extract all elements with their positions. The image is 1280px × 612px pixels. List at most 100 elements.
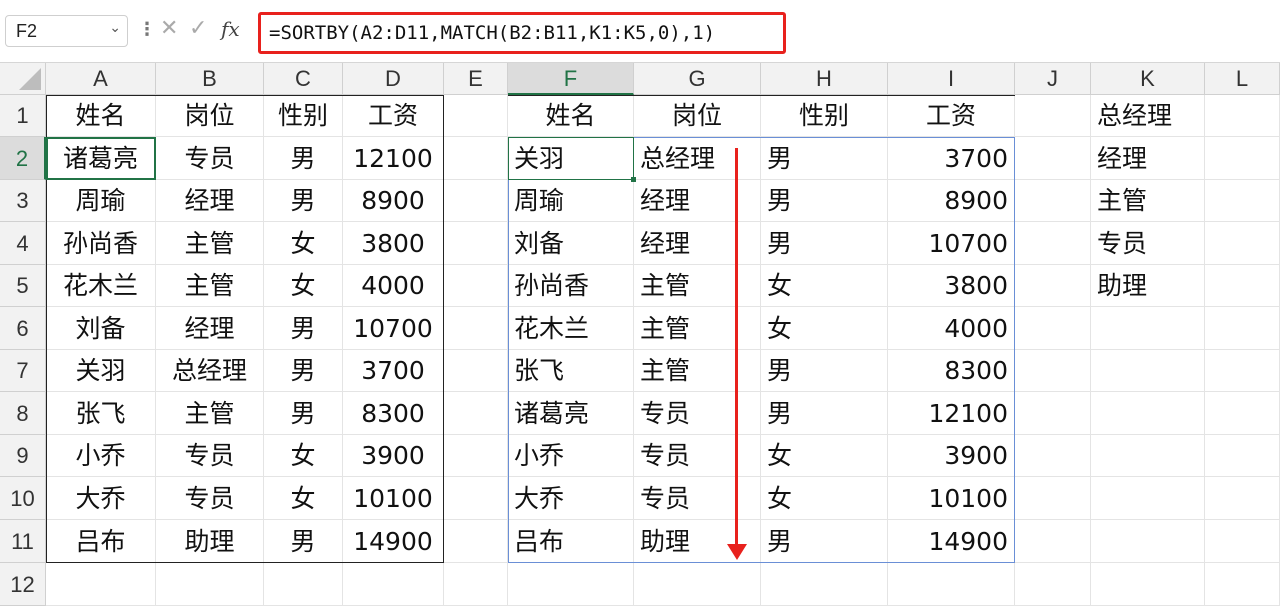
cell-j1[interactable] xyxy=(1015,95,1091,137)
cell-g1[interactable]: 岗位 xyxy=(634,95,761,137)
row-header-12[interactable]: 12 xyxy=(0,563,46,606)
cell-f7[interactable]: 张飞 xyxy=(508,350,634,392)
cell-c7[interactable]: 男 xyxy=(264,350,343,392)
cell-f8[interactable]: 诸葛亮 xyxy=(508,392,634,435)
cell-h7[interactable]: 男 xyxy=(761,350,888,392)
formula-input[interactable]: =SORTBY(A2:D11,MATCH(B2:B11,K1:K5,0),1) xyxy=(258,12,786,54)
insert-function-icon[interactable]: fx xyxy=(221,17,240,41)
cell-l4[interactable] xyxy=(1205,222,1280,265)
cell-f10[interactable]: 大乔 xyxy=(508,477,634,520)
cell-b12[interactable] xyxy=(156,563,264,606)
column-header-c[interactable]: C xyxy=(264,63,343,95)
select-all-corner[interactable] xyxy=(0,63,46,95)
cell-i4[interactable]: 10700 xyxy=(888,222,1015,265)
cell-i5[interactable]: 3800 xyxy=(888,265,1015,307)
cell-e1[interactable] xyxy=(444,95,508,137)
cell-c4[interactable]: 女 xyxy=(264,222,343,265)
cell-d6[interactable]: 10700 xyxy=(343,307,444,350)
cell-e10[interactable] xyxy=(444,477,508,520)
cell-a5[interactable]: 花木兰 xyxy=(46,265,156,307)
cell-e2[interactable] xyxy=(444,137,508,180)
cell-b8[interactable]: 主管 xyxy=(156,392,264,435)
cell-l2[interactable] xyxy=(1205,137,1280,180)
cell-e4[interactable] xyxy=(444,222,508,265)
cell-b9[interactable]: 专员 xyxy=(156,435,264,477)
cell-a4[interactable]: 孙尚香 xyxy=(46,222,156,265)
cell-b11[interactable]: 助理 xyxy=(156,520,264,563)
column-header-b[interactable]: B xyxy=(156,63,264,95)
cell-h4[interactable]: 男 xyxy=(761,222,888,265)
cell-a2[interactable]: 诸葛亮 xyxy=(46,137,156,180)
cell-e11[interactable] xyxy=(444,520,508,563)
column-header-j[interactable]: J xyxy=(1015,63,1091,95)
cell-g3[interactable]: 经理 xyxy=(634,180,761,222)
cell-k8[interactable] xyxy=(1091,392,1205,435)
cell-k7[interactable] xyxy=(1091,350,1205,392)
cell-j11[interactable] xyxy=(1015,520,1091,563)
row-header-6[interactable]: 6 xyxy=(0,307,46,350)
cell-j3[interactable] xyxy=(1015,180,1091,222)
cell-i2[interactable]: 3700 xyxy=(888,137,1015,180)
cell-a11[interactable]: 吕布 xyxy=(46,520,156,563)
cell-f3[interactable]: 周瑜 xyxy=(508,180,634,222)
row-header-5[interactable]: 5 xyxy=(0,265,46,307)
cell-j8[interactable] xyxy=(1015,392,1091,435)
cell-c12[interactable] xyxy=(264,563,343,606)
column-header-e[interactable]: E xyxy=(444,63,508,95)
cell-h11[interactable]: 男 xyxy=(761,520,888,563)
cell-i3[interactable]: 8900 xyxy=(888,180,1015,222)
cell-i7[interactable]: 8300 xyxy=(888,350,1015,392)
column-header-l[interactable]: L xyxy=(1205,63,1280,95)
cell-a10[interactable]: 大乔 xyxy=(46,477,156,520)
cell-g8[interactable]: 专员 xyxy=(634,392,761,435)
cell-k12[interactable] xyxy=(1091,563,1205,606)
cell-b3[interactable]: 经理 xyxy=(156,180,264,222)
row-header-2[interactable]: 2 xyxy=(0,137,46,180)
cell-e8[interactable] xyxy=(444,392,508,435)
row-header-4[interactable]: 4 xyxy=(0,222,46,265)
cell-f5[interactable]: 孙尚香 xyxy=(508,265,634,307)
row-header-9[interactable]: 9 xyxy=(0,435,46,477)
cell-d3[interactable]: 8900 xyxy=(343,180,444,222)
cell-l5[interactable] xyxy=(1205,265,1280,307)
confirm-check-icon[interactable]: ✓ xyxy=(189,16,207,41)
cell-c9[interactable]: 女 xyxy=(264,435,343,477)
cell-g12[interactable] xyxy=(634,563,761,606)
cell-c5[interactable]: 女 xyxy=(264,265,343,307)
cell-l1[interactable] xyxy=(1205,95,1280,137)
cell-d11[interactable]: 14900 xyxy=(343,520,444,563)
cell-d1[interactable]: 工资 xyxy=(343,95,444,137)
cell-d12[interactable] xyxy=(343,563,444,606)
row-header-3[interactable]: 3 xyxy=(0,180,46,222)
cell-f9[interactable]: 小乔 xyxy=(508,435,634,477)
cell-d5[interactable]: 4000 xyxy=(343,265,444,307)
cell-l11[interactable] xyxy=(1205,520,1280,563)
cell-f11[interactable]: 吕布 xyxy=(508,520,634,563)
cell-k2[interactable]: 经理 xyxy=(1091,137,1205,180)
cell-l8[interactable] xyxy=(1205,392,1280,435)
cell-i11[interactable]: 14900 xyxy=(888,520,1015,563)
cell-j2[interactable] xyxy=(1015,137,1091,180)
cell-l7[interactable] xyxy=(1205,350,1280,392)
cell-h3[interactable]: 男 xyxy=(761,180,888,222)
cell-a9[interactable]: 小乔 xyxy=(46,435,156,477)
cell-c11[interactable]: 男 xyxy=(264,520,343,563)
cell-i10[interactable]: 10100 xyxy=(888,477,1015,520)
row-header-8[interactable]: 8 xyxy=(0,392,46,435)
cell-d8[interactable]: 8300 xyxy=(343,392,444,435)
column-header-i[interactable]: I xyxy=(888,63,1015,95)
cell-d9[interactable]: 3900 xyxy=(343,435,444,477)
cell-c8[interactable]: 男 xyxy=(264,392,343,435)
cell-i6[interactable]: 4000 xyxy=(888,307,1015,350)
cell-l9[interactable] xyxy=(1205,435,1280,477)
cell-a12[interactable] xyxy=(46,563,156,606)
cell-k9[interactable] xyxy=(1091,435,1205,477)
row-header-11[interactable]: 11 xyxy=(0,520,46,563)
cell-a6[interactable]: 刘备 xyxy=(46,307,156,350)
cell-c6[interactable]: 男 xyxy=(264,307,343,350)
cell-b5[interactable]: 主管 xyxy=(156,265,264,307)
cell-h2[interactable]: 男 xyxy=(761,137,888,180)
cell-k10[interactable] xyxy=(1091,477,1205,520)
cell-e5[interactable] xyxy=(444,265,508,307)
cell-b10[interactable]: 专员 xyxy=(156,477,264,520)
